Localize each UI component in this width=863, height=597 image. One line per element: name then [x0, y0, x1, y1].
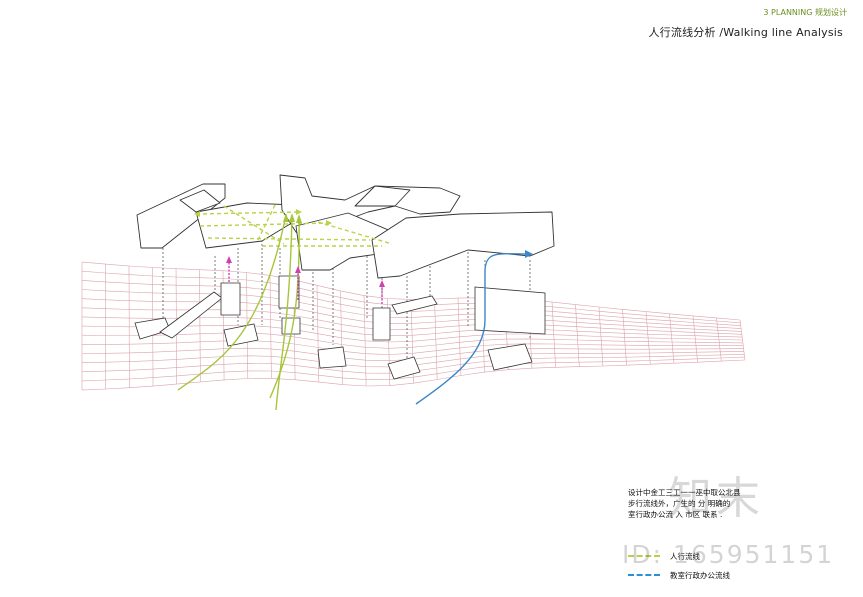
ground-blocks	[134, 275, 546, 380]
legend-swatch-office	[628, 574, 660, 576]
watermark-logo: 知末	[668, 473, 764, 524]
elevated-walkway	[136, 174, 555, 279]
watermark-id: ID: 165951151	[622, 540, 835, 569]
legend-label: 教室行政办公流线	[670, 570, 730, 580]
legend-item-office: 教室行政办公流线	[628, 569, 730, 581]
